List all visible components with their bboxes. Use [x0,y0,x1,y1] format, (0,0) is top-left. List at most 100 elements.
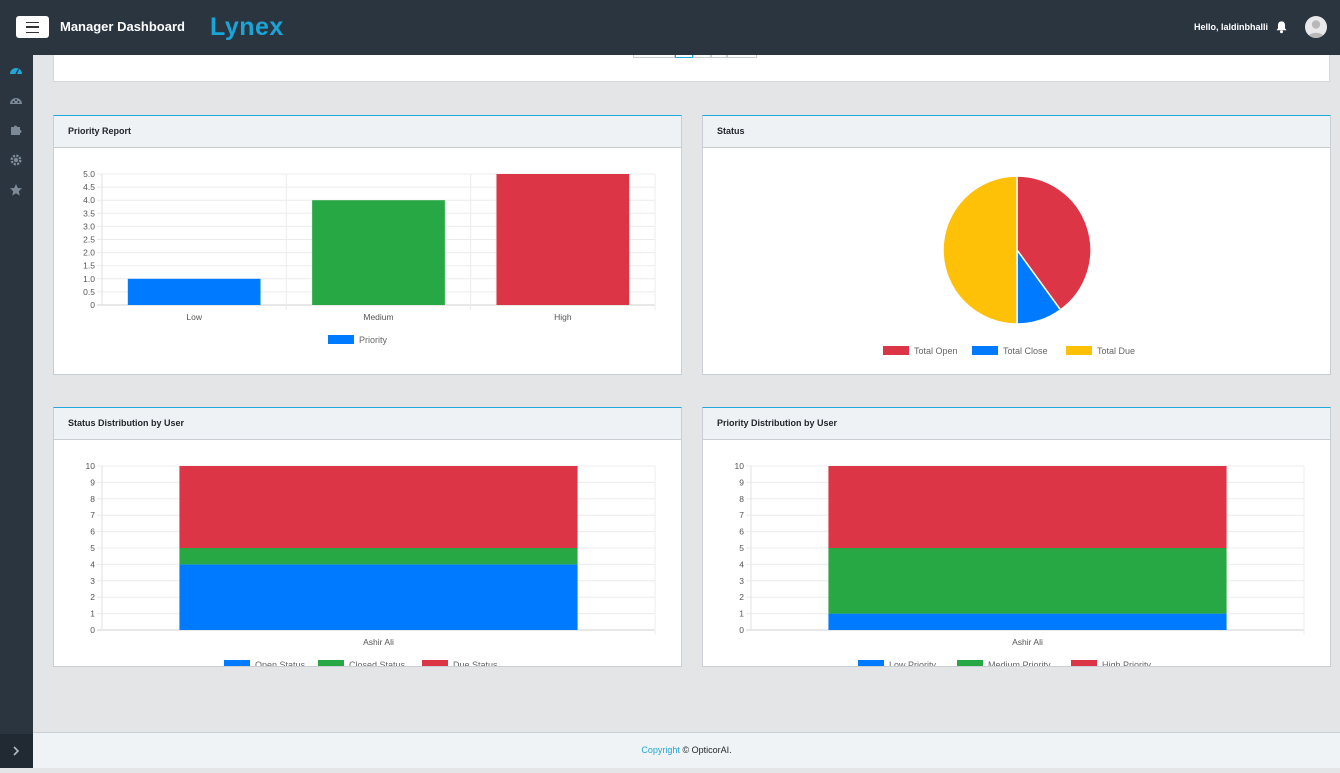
chart-legend: Low Priority Medium Priority High Priority [858,660,1152,666]
legend-label: Priority [359,335,388,345]
pie-slice [942,175,1018,325]
copyright-link[interactable]: Copyright [641,745,680,755]
footer: Copyright © OpticorAI. [33,732,1340,768]
priority-report-card: Priority Report 0 0.5 1.0 1.5 2.0 2.5 3.0 3.5 4.… [53,115,682,375]
y-tick-label: 6 [739,527,744,537]
chart-legend: Priority [328,335,388,345]
y-tick-label: 10 [735,461,745,471]
priority-report-chart: 0 0.5 1.0 1.5 2.0 2.5 3.0 3.5 4.0 4.5 5.0 Low Medium… [83,169,656,345]
y-tick-label: 0 [90,625,95,635]
card-title: Status [703,116,1330,148]
y-tick-label: 9 [739,477,744,487]
y-tick-label: 4.0 [83,195,95,205]
y-tick-label: 4 [90,559,95,569]
sidebar-toggle-button[interactable] [0,734,33,768]
status-pie-chart: Total Open Total Close Total Due [883,175,1135,356]
legend-label: Closed Status [349,660,406,666]
bar [312,200,445,305]
legend-swatch [1071,660,1097,666]
dashboard-icon[interactable] [9,64,23,78]
bar-segment [828,548,1227,614]
y-tick-label: 2.5 [83,235,95,245]
legend-swatch [1066,346,1092,355]
y-tick-label: 1.0 [83,274,95,284]
previous-card-remnant [53,55,1330,82]
page-title: Manager Dashboard [60,19,185,34]
legend-label: Open Status [255,660,306,666]
y-tick-label: 1.5 [83,261,95,271]
bar-segment [179,548,578,565]
legend-swatch [883,346,909,355]
status-distribution-card: Status Distribution by User 0 1 2 3 4 5 6 7 8 9 10… [53,407,682,667]
y-tick-label: 4 [739,559,744,569]
priority-distribution-card: Priority Distribution by User 0 1 2 3 4 5 6 7 8 9… [702,407,1331,667]
sidebar [0,55,33,768]
palette-icon[interactable] [9,94,23,108]
top-navbar: Manager Dashboard Lynex Hello, laldinbha… [0,0,1340,55]
y-tick-label: 0 [739,625,744,635]
status-card: Status Total Open Total Close Total Due [702,115,1331,375]
chart-legend: Total Open Total Close Total Due [883,346,1135,356]
y-tick-label: 0.5 [83,287,95,297]
y-tick-label: 10 [86,461,96,471]
y-tick-label: 5 [90,543,95,553]
legend-swatch [422,660,448,666]
menu-toggle-button[interactable] [16,16,49,38]
legend-swatch [328,335,354,344]
chevron-right-icon [13,746,20,756]
legend-label: Total Due [1097,346,1135,356]
bar-segment [179,466,578,548]
y-tick-label: 3 [90,576,95,586]
footer-text: © OpticorAI. [679,745,732,755]
legend-label: High Priority [1102,660,1152,666]
bell-icon[interactable] [1275,20,1288,34]
y-tick-label: 2.0 [83,248,95,258]
y-tick-label: 1 [90,609,95,619]
legend-label: Total Close [1003,346,1048,356]
y-tick-label: 8 [90,494,95,504]
y-tick-label: 3.5 [83,208,95,218]
legend-label: Medium Priority [988,660,1051,666]
y-tick-label: 3.0 [83,221,95,231]
y-tick-label: 5.0 [83,169,95,179]
bar-segment [828,466,1227,548]
legend-swatch [318,660,344,666]
chart-legend: Open Status Closed Status Due Status [224,660,498,666]
legend-label: Total Open [914,346,958,356]
gear-icon[interactable] [9,153,23,167]
menu-icon [26,21,39,33]
y-tick-label: 2 [739,592,744,602]
status-distribution-chart: 0 1 2 3 4 5 6 7 8 9 10 Ashir Ali Open Status Closed S… [86,461,656,666]
legend-label: Due Status [453,660,498,666]
x-tick-label: Ashir Ali [1012,637,1043,647]
bar [127,278,261,305]
legend-swatch [972,346,998,355]
x-tick-label: Ashir Ali [363,637,394,647]
card-title: Priority Report [54,116,681,148]
user-greeting: Hello, laldinbhalli [1194,22,1269,32]
y-tick-label: 4.5 [83,182,95,192]
card-title: Priority Distribution by User [703,408,1330,440]
bar-segment [828,613,1227,630]
y-tick-label: 2 [90,592,95,602]
pagination[interactable] [633,55,757,58]
legend-swatch [957,660,983,666]
bar [496,174,630,305]
puzzle-icon[interactable] [9,123,23,137]
y-tick-label: 9 [90,477,95,487]
user-avatar-icon[interactable] [1305,16,1327,38]
legend-swatch [858,660,884,666]
y-tick-label: 0 [90,300,95,310]
y-tick-label: 8 [739,494,744,504]
brand-logo[interactable]: Lynex [210,13,284,42]
y-tick-label: 6 [90,527,95,537]
bar-segment [179,564,578,630]
y-tick-label: 3 [739,576,744,586]
legend-swatch [224,660,250,666]
star-icon[interactable] [9,183,23,197]
x-tick-label: Low [186,312,202,322]
y-tick-label: 5 [739,543,744,553]
card-title: Status Distribution by User [54,408,681,440]
priority-distribution-chart: 0 1 2 3 4 5 6 7 8 9 10 Ashir Ali Low Priority Medium … [735,461,1305,666]
legend-label: Low Priority [889,660,937,666]
